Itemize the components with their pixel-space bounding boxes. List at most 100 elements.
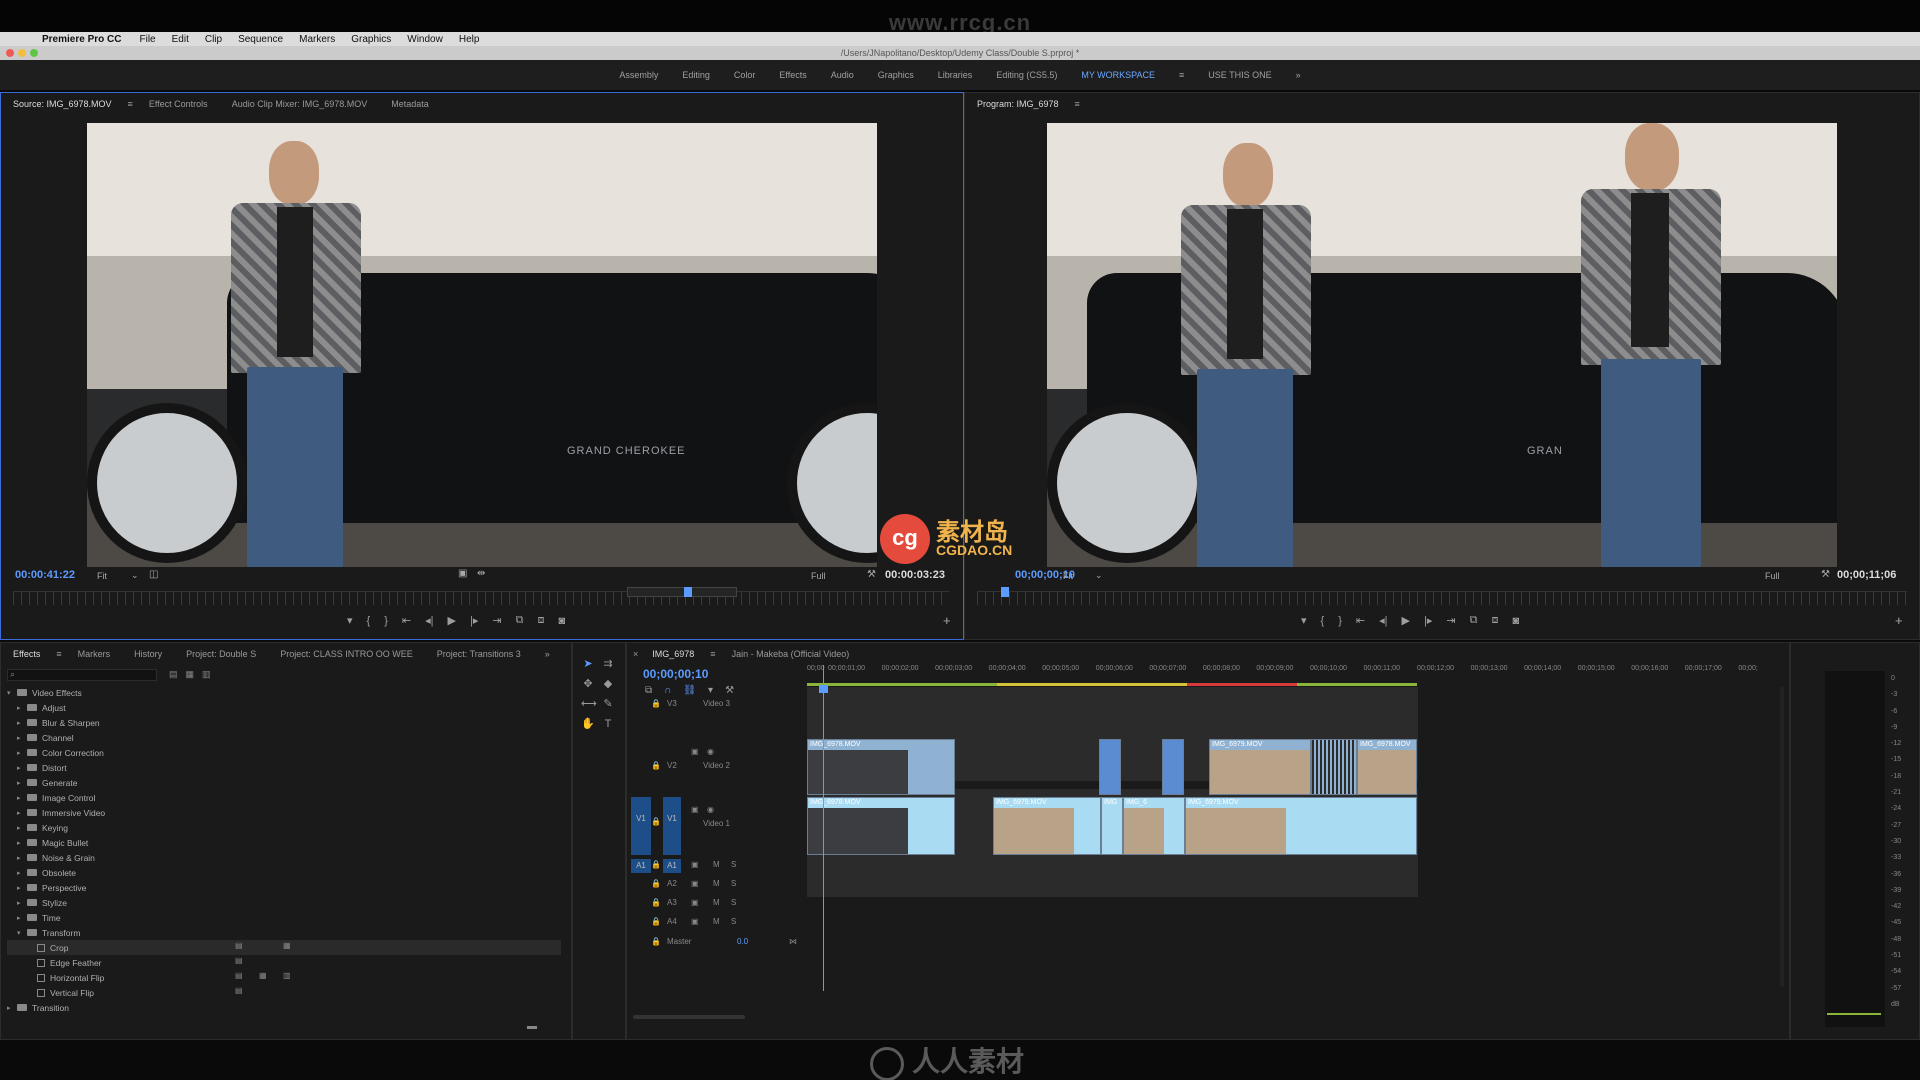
tree-folder-immersive-video[interactable]: ▸ Immersive Video bbox=[7, 805, 561, 820]
toggle-sync-icon[interactable]: ▣ bbox=[691, 898, 699, 907]
clip-v2-2[interactable]: IMG_6979.MOV bbox=[1209, 739, 1311, 795]
clip-v1-2[interactable]: IMG_6979.MOV bbox=[993, 797, 1101, 855]
tree-folder-distort[interactable]: ▸ Distort bbox=[7, 760, 561, 775]
pen-tool-icon[interactable]: ✎ bbox=[601, 697, 615, 711]
workspace-editing-cs55[interactable]: Editing (CS5.5) bbox=[984, 70, 1069, 80]
source-add-button-icon[interactable]: + bbox=[943, 613, 951, 628]
mark-out-icon[interactable]: } bbox=[384, 615, 388, 627]
tree-effect-vertical-flip[interactable]: Vertical Flip bbox=[7, 985, 561, 1000]
track-select-tool-icon[interactable]: ⇉ bbox=[601, 657, 615, 671]
source-in-out-range[interactable] bbox=[627, 587, 737, 597]
lock-icon[interactable]: 🔒 bbox=[651, 860, 661, 869]
yuv-filter-icon[interactable]: ▥ bbox=[202, 669, 211, 680]
accelerated-filter-icon[interactable]: ▤ bbox=[169, 669, 178, 680]
mark-in-icon[interactable]: { bbox=[367, 615, 371, 627]
solo-button[interactable]: S bbox=[731, 860, 736, 869]
effects-search-input[interactable]: ⌕ bbox=[7, 669, 157, 681]
lock-icon[interactable]: 🔒 bbox=[651, 761, 661, 770]
workspace-menu-icon[interactable]: ≡ bbox=[1167, 70, 1196, 80]
clip-v2-3[interactable]: IMG_6978.MOV bbox=[1357, 739, 1417, 795]
menu-edit[interactable]: Edit bbox=[172, 34, 189, 45]
toggle-sync-icon[interactable]: ▣ bbox=[691, 917, 699, 926]
source-resolution-select[interactable]: Full bbox=[811, 571, 826, 581]
slip-tool-icon[interactable]: ⟷ bbox=[581, 697, 597, 711]
timeline-ruler[interactable]: 00;00 00;00;01;00 00;00;02;00 00;00;03;0… bbox=[807, 665, 1767, 683]
overwrite-icon[interactable]: ⧈ bbox=[537, 614, 544, 627]
tab-sequence-jain[interactable]: Jain - Makeba (Official Video) bbox=[720, 649, 862, 659]
tree-folder-transform[interactable]: ▾ Transform bbox=[7, 925, 561, 940]
tree-folder-perspective[interactable]: ▸ Perspective bbox=[7, 880, 561, 895]
go-to-in-icon[interactable]: ⇤ bbox=[1356, 614, 1365, 627]
drag-audio-icon[interactable]: ⇹ bbox=[477, 568, 485, 579]
workspace-my-workspace[interactable]: MY WORKSPACE bbox=[1069, 70, 1167, 80]
playhead-handle-icon[interactable] bbox=[819, 685, 828, 693]
lock-icon[interactable]: 🔒 bbox=[651, 937, 661, 946]
tab-project-double-s[interactable]: Project: Double S bbox=[174, 649, 268, 659]
eye-icon[interactable]: ◉ bbox=[707, 805, 714, 814]
close-tab-icon[interactable]: × bbox=[627, 649, 640, 659]
tab-source[interactable]: Source: IMG_6978.MOV bbox=[1, 99, 124, 109]
ripple-edit-tool-icon[interactable]: ✥ bbox=[581, 677, 595, 691]
clip-v2-transition[interactable] bbox=[1162, 739, 1184, 795]
program-fit-chevron-icon[interactable]: ⌄ bbox=[1095, 570, 1103, 581]
go-to-out-icon[interactable]: ⇥ bbox=[1446, 614, 1455, 627]
mute-button[interactable]: M bbox=[713, 860, 720, 869]
minimize-window-button[interactable] bbox=[18, 49, 26, 57]
drag-video-icon[interactable]: ▣ bbox=[458, 568, 467, 579]
tree-folder-image-control[interactable]: ▸ Image Control bbox=[7, 790, 561, 805]
tree-folder-transition[interactable]: ▸ Transition bbox=[7, 1000, 561, 1015]
source-panel-menu-icon[interactable]: ≡ bbox=[124, 99, 137, 109]
linked-selection-icon[interactable]: ⛓ bbox=[683, 685, 696, 696]
workspace-use-this-one[interactable]: USE THIS ONE bbox=[1196, 70, 1283, 80]
toggle-sync-icon[interactable]: ▣ bbox=[691, 805, 699, 814]
tab-project-transitions[interactable]: Project: Transitions 3 bbox=[425, 649, 533, 659]
new-bin-icon[interactable]: ▬ bbox=[527, 1021, 537, 1032]
tree-folder-noise-grain[interactable]: ▸ Noise & Grain bbox=[7, 850, 561, 865]
tree-folder-color-correction[interactable]: ▸ Color Correction bbox=[7, 745, 561, 760]
clip-v1-5[interactable]: IMG_6979.MOV bbox=[1185, 797, 1417, 855]
workspace-libraries[interactable]: Libraries bbox=[926, 70, 985, 80]
source-video-frame[interactable]: GRAND CHEROKEE bbox=[87, 123, 877, 567]
mark-in-icon[interactable]: { bbox=[1321, 615, 1325, 627]
add-marker-icon[interactable]: ▾ bbox=[708, 685, 713, 696]
close-window-button[interactable] bbox=[6, 49, 14, 57]
mute-button[interactable]: M bbox=[713, 917, 720, 926]
workspace-effects[interactable]: Effects bbox=[767, 70, 818, 80]
go-to-in-icon[interactable]: ⇤ bbox=[402, 614, 411, 627]
tree-folder-stylize[interactable]: ▸ Stylize bbox=[7, 895, 561, 910]
clip-v1-4[interactable]: IMG_6 bbox=[1123, 797, 1185, 855]
timeline-panel-menu-icon[interactable]: ≡ bbox=[706, 649, 719, 659]
tab-project-class-intro[interactable]: Project: CLASS INTRO OO WEE bbox=[268, 649, 425, 659]
tree-folder-adjust[interactable]: ▸ Adjust bbox=[7, 700, 561, 715]
tab-audio-clip-mixer[interactable]: Audio Clip Mixer: IMG_6978.MOV bbox=[220, 99, 380, 109]
export-frame-icon[interactable]: ◙ bbox=[558, 615, 565, 627]
clip-v1-3[interactable]: IMG bbox=[1101, 797, 1123, 855]
tab-program[interactable]: Program: IMG_6978 bbox=[965, 99, 1071, 109]
32bit-filter-icon[interactable]: ▦ bbox=[186, 669, 195, 680]
toggle-sync-icon[interactable]: ▣ bbox=[691, 747, 699, 756]
play-button-icon[interactable]: ▶ bbox=[448, 614, 456, 627]
clip-v2-transition[interactable] bbox=[1099, 739, 1121, 795]
workspace-audio[interactable]: Audio bbox=[819, 70, 866, 80]
source-timecode[interactable]: 00:00:41:22 bbox=[15, 569, 75, 581]
timeline-zoom-scrollbar[interactable] bbox=[633, 1015, 745, 1019]
add-marker-icon[interactable]: ▾ bbox=[1301, 614, 1307, 627]
tab-effect-controls[interactable]: Effect Controls bbox=[137, 99, 220, 109]
export-frame-icon[interactable]: ◙ bbox=[1512, 615, 1519, 627]
program-resolution-select[interactable]: Full bbox=[1765, 571, 1780, 581]
zoom-window-button[interactable] bbox=[30, 49, 38, 57]
extract-icon[interactable]: ⧈ bbox=[1491, 614, 1498, 627]
go-to-out-icon[interactable]: ⇥ bbox=[492, 614, 501, 627]
tab-markers[interactable]: Markers bbox=[66, 649, 123, 659]
workspace-graphics[interactable]: Graphics bbox=[866, 70, 926, 80]
mark-out-icon[interactable]: } bbox=[1338, 615, 1342, 627]
source-time-ruler[interactable] bbox=[13, 591, 949, 605]
step-back-icon[interactable]: ◂| bbox=[425, 614, 433, 627]
effects-panel-menu-icon[interactable]: ≡ bbox=[52, 649, 65, 659]
program-fit-select[interactable]: Fit bbox=[1063, 571, 1073, 581]
clip-v2-1[interactable]: IMG_6978.MOV bbox=[807, 739, 955, 795]
tree-folder-keying[interactable]: ▸ Keying bbox=[7, 820, 561, 835]
insert-icon[interactable]: ⧉ bbox=[516, 614, 524, 627]
lock-icon[interactable]: 🔒 bbox=[651, 817, 661, 826]
settings-icon[interactable]: ◫ bbox=[149, 569, 158, 580]
